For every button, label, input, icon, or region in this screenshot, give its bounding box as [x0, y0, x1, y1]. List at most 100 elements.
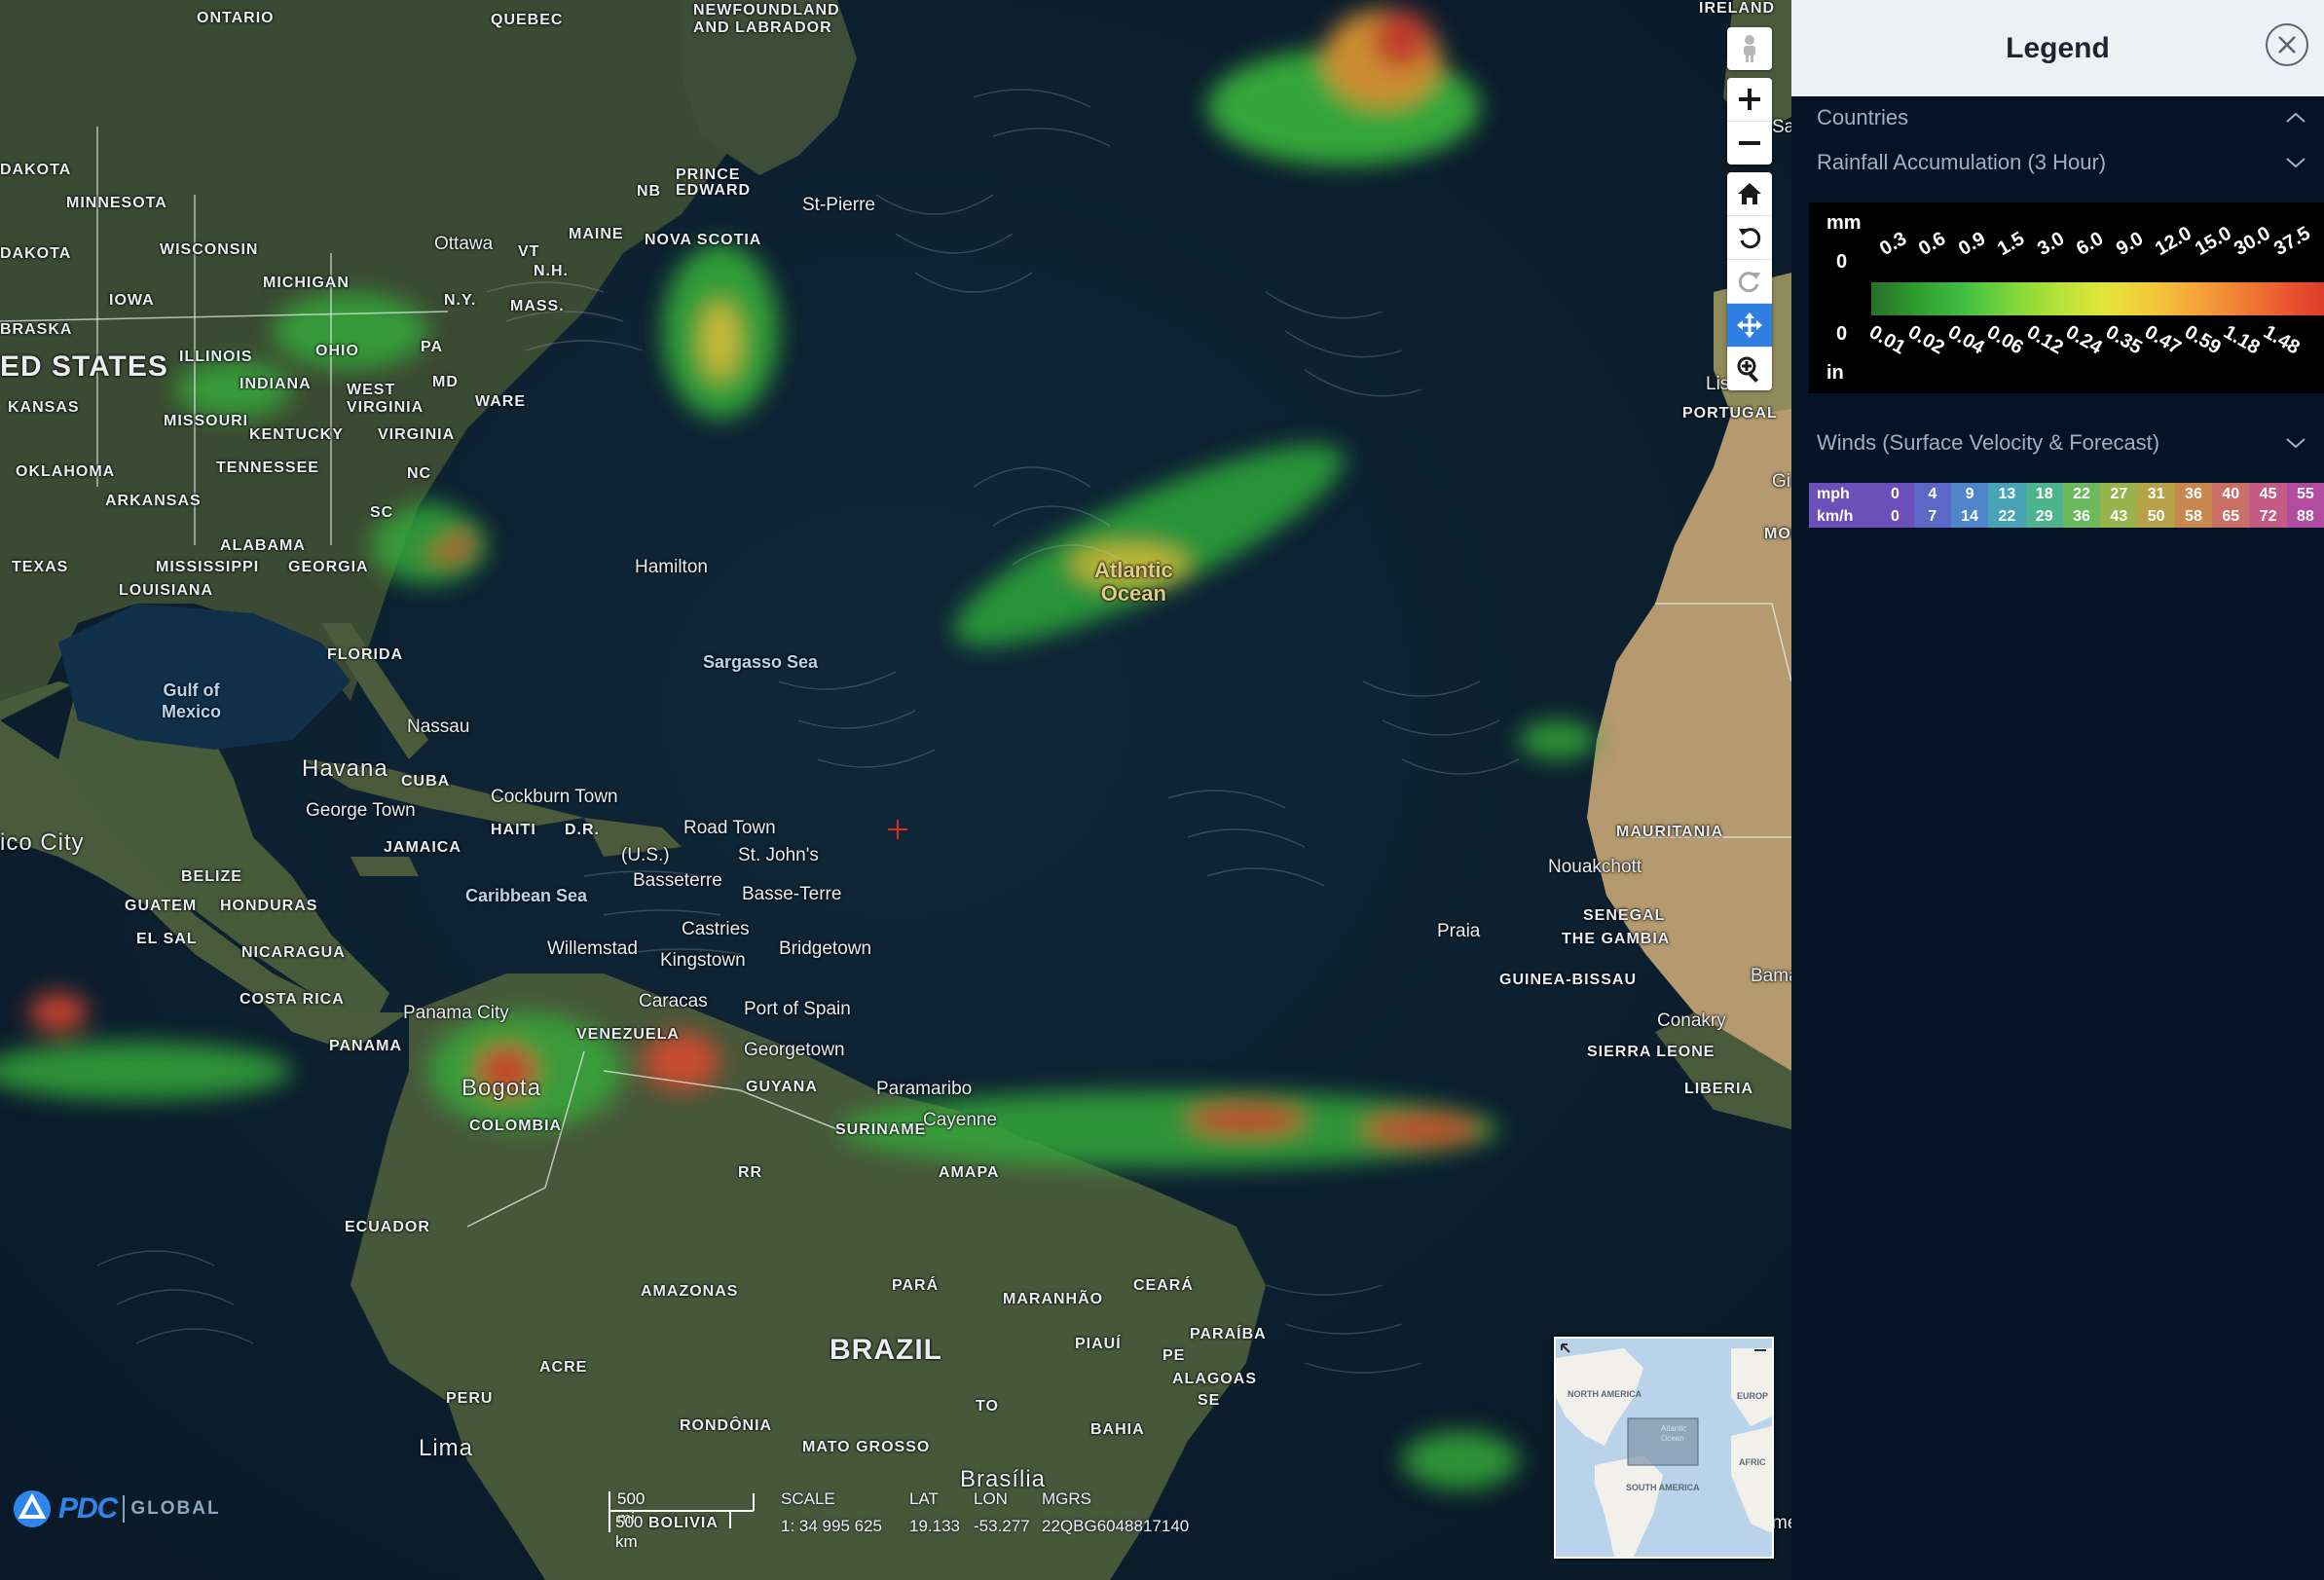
- minimap-basemap: [1556, 1348, 1772, 1557]
- winds-value-cell: 13: [1988, 483, 2026, 505]
- street-view-group: [1727, 27, 1772, 70]
- coordinate-readout: SCALE LAT LON MGRS 1: 34 995 625 19.133 …: [781, 1489, 1189, 1536]
- legend-item-winds[interactable]: Winds (Surface Velocity & Forecast): [1817, 430, 2306, 456]
- logo-sub: GLOBAL: [130, 1498, 221, 1519]
- home-button[interactable]: [1727, 172, 1772, 215]
- rainfall-in-tick: 0: [1836, 323, 1848, 345]
- zoom-out-button[interactable]: [1727, 121, 1772, 165]
- rotate-right-icon: [1738, 272, 1760, 293]
- pegman-icon: [1744, 35, 1755, 62]
- legend-item-rainfall[interactable]: Rainfall Accumulation (3 Hour): [1817, 150, 2306, 175]
- rainfall-in-tick: 0.12: [2022, 321, 2067, 359]
- legend-panel: Legend Countries Rainfall Accumulation (…: [1791, 0, 2324, 1580]
- rainfall-in-tick: 0.02: [1904, 321, 1948, 359]
- rainfall-gradient-bar: [1871, 282, 2324, 315]
- rainfall-mm-tick: 30.0: [2231, 222, 2274, 261]
- minimap-expand-icon[interactable]: [1560, 1342, 1575, 1358]
- rotate-left-button[interactable]: [1727, 215, 1772, 259]
- chevron-down-icon: [2286, 438, 2306, 449]
- minimap-label-atlantic: Atlantic Ocean: [1661, 1424, 1687, 1443]
- rainfall-in-tick: 0.04: [1943, 321, 1988, 359]
- winds-value-cell: 36: [2174, 483, 2213, 505]
- zoom-group: [1727, 78, 1772, 165]
- pan-button[interactable]: [1727, 303, 1772, 347]
- lon-value: -53.277: [974, 1517, 1030, 1535]
- rainfall-gradient-fill: [1871, 282, 2324, 315]
- winds-value-cell: 55: [2286, 483, 2324, 505]
- map-basemap: [0, 0, 1791, 1580]
- home-icon: [1738, 183, 1761, 204]
- winds-mph-row: mph 0 4 9 13 18 22 27 31 36 40 45 55: [1809, 483, 2324, 505]
- minus-icon: [1739, 141, 1760, 145]
- rainfall-mm-tick: 9.0: [2112, 228, 2147, 261]
- lon-label: LON: [974, 1489, 1008, 1508]
- lat-value: 19.133: [909, 1517, 960, 1535]
- mgrs-value: 22QBG6048817140: [1042, 1517, 1190, 1535]
- winds-value-cell: 72: [2249, 505, 2287, 528]
- minimap-label-europe: EUROP: [1737, 1391, 1769, 1401]
- zoom-box-icon: [1737, 356, 1759, 383]
- rainfall-mm-tick: 1.5: [1994, 228, 2029, 261]
- legend-item-winds-label: Winds (Surface Velocity & Forecast): [1817, 430, 2160, 455]
- logo-brand: PDC: [58, 1492, 118, 1525]
- rainfall-unit-in: in: [1826, 362, 1844, 384]
- winds-value-cell: 18: [2025, 483, 2063, 505]
- zoom-box-button[interactable]: [1727, 347, 1772, 390]
- plus-icon: [1739, 89, 1760, 110]
- scale-km: 500 km: [615, 1513, 644, 1551]
- mgrs-label: MGRS: [1042, 1489, 1091, 1508]
- winds-value-cell: 43: [2100, 505, 2138, 528]
- minimap-minimize-icon[interactable]: [1752, 1342, 1768, 1358]
- rainfall-in-tick: 1.18: [2220, 321, 2264, 359]
- winds-value-cell: 27: [2100, 483, 2138, 505]
- rainfall-mm-tick: 0.3: [1875, 228, 1910, 261]
- winds-value-cell: 29: [2025, 505, 2063, 528]
- rainfall-in-tick: 0.35: [2101, 321, 2146, 359]
- rainfall-mm-tick: 3.0: [2033, 228, 2068, 261]
- rotate-left-icon: [1739, 228, 1761, 249]
- rotate-right-button[interactable]: [1727, 259, 1772, 303]
- rainfall-mm-tick: 0.9: [1954, 228, 1989, 261]
- winds-value-cell: 45: [2249, 483, 2287, 505]
- winds-value-cell: 31: [2137, 483, 2175, 505]
- winds-value-cell: 22: [2062, 483, 2101, 505]
- lat-label: LAT: [909, 1489, 939, 1508]
- rainfall-in-tick: 0.06: [1983, 321, 2027, 359]
- legend-item-rainfall-label: Rainfall Accumulation (3 Hour): [1817, 150, 2107, 174]
- rainfall-mm-tick: 37.5: [2269, 222, 2314, 261]
- minimap-label-north-america: NORTH AMERICA: [1568, 1389, 1642, 1399]
- logo-divider: [123, 1495, 126, 1523]
- winds-kmh-row: km/h 0 7 14 22 29 36 43 50 58 65 72 88: [1809, 505, 2324, 528]
- rainfall-mm-tick: 0: [1836, 251, 1848, 273]
- legend-item-countries-label: Countries: [1817, 105, 1909, 129]
- scale-value: 1: 34 995 625: [781, 1517, 882, 1535]
- map-toolbar: [1727, 27, 1772, 398]
- legend-title: Legend: [2006, 31, 2110, 64]
- overview-minimap[interactable]: NORTH AMERICA SOUTH AMERICA EUROP AFRIC …: [1554, 1337, 1774, 1559]
- rainfall-in-tick: 0.24: [2062, 321, 2106, 359]
- rainfall-mm-tick: 15.0: [2191, 222, 2235, 261]
- winds-value-cell: 7: [1913, 505, 1951, 528]
- map-view[interactable]: ONTARIO QUEBEC NEWFOUNDLAND AND LABRADOR…: [0, 0, 1791, 1580]
- rainfall-in-tick: 1.48: [2259, 321, 2304, 359]
- move-icon: [1737, 312, 1762, 338]
- rainfall-in-tick: 0.47: [2141, 321, 2185, 359]
- street-view-button[interactable]: [1727, 27, 1772, 70]
- pdc-global-logo: PDC GLOBAL: [12, 1489, 221, 1528]
- legend-item-countries[interactable]: Countries: [1817, 105, 2306, 130]
- minimap-label-africa: AFRIC: [1739, 1457, 1766, 1467]
- chevron-down-icon: [2286, 158, 2306, 168]
- rainfall-mm-tick: 0.6: [1915, 228, 1950, 261]
- winds-value-cell: 0: [1876, 505, 1914, 528]
- rainfall-mm-tick: 12.0: [2152, 222, 2195, 261]
- pdc-logo-icon: [14, 1490, 51, 1527]
- scale-label: SCALE: [781, 1489, 835, 1508]
- legend-header: Legend: [1791, 0, 2324, 96]
- winds-value-cell: 40: [2212, 483, 2250, 505]
- zoom-in-button[interactable]: [1727, 78, 1772, 121]
- winds-value-cell: 50: [2137, 505, 2175, 528]
- winds-color-scale: mph 0 4 9 13 18 22 27 31 36 40 45 55 km/h 0 7 14 22 29 36 4…: [1809, 483, 2324, 528]
- legend-close-button[interactable]: [2266, 23, 2308, 66]
- winds-value-cell: 0: [1876, 483, 1914, 505]
- rainfall-in-tick: 0.01: [1864, 321, 1909, 359]
